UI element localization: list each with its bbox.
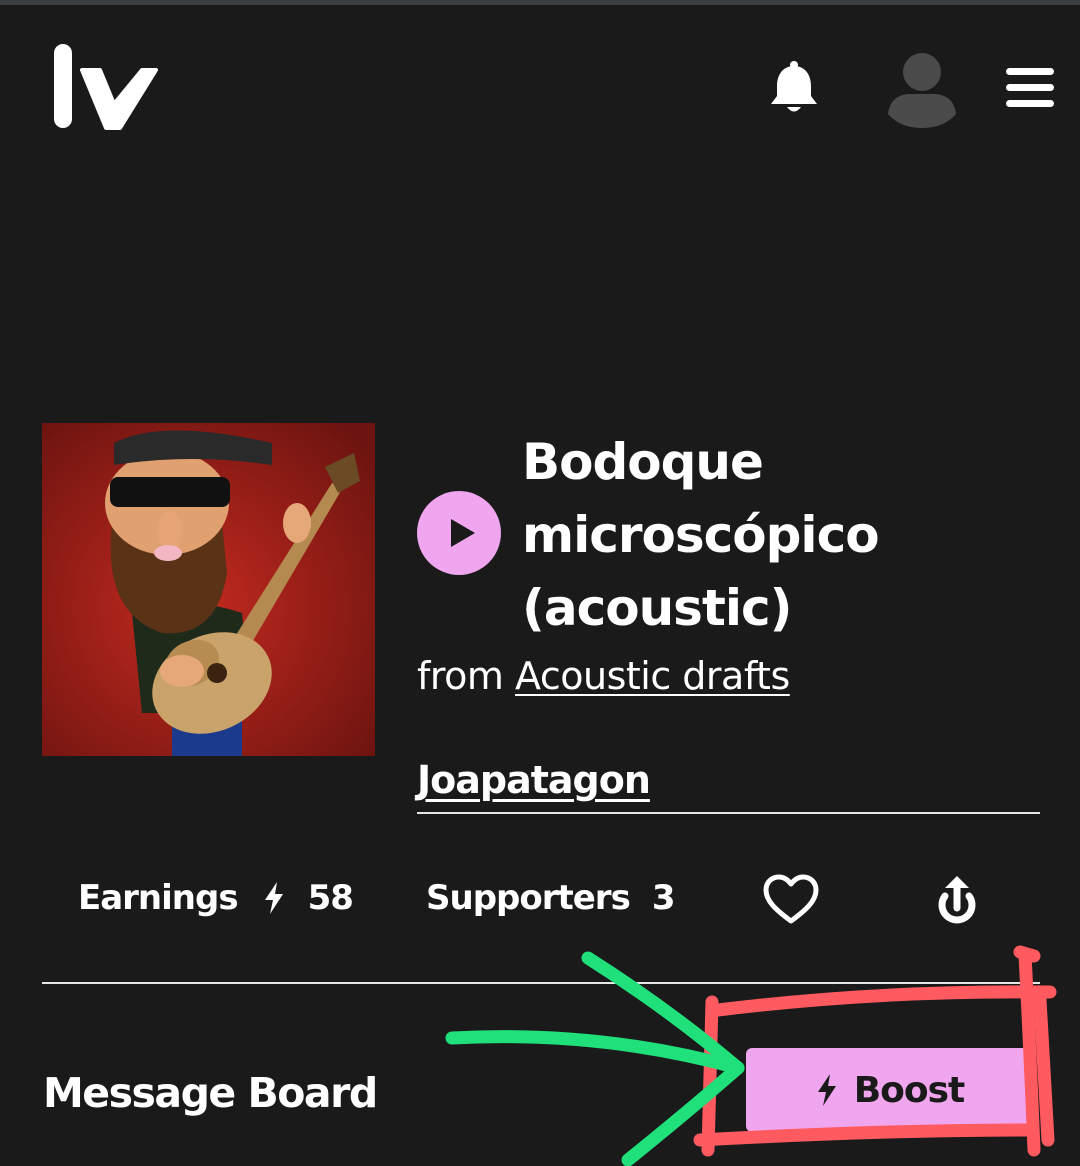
supporters-value: 3 xyxy=(651,878,676,918)
boost-button[interactable]: Boost xyxy=(746,1048,1034,1132)
album-link[interactable]: Acoustic drafts xyxy=(515,654,790,698)
track-title: Bodoque microscópico (acoustic) xyxy=(522,433,880,637)
from-label: from xyxy=(417,654,504,698)
lightning-bolt-icon xyxy=(817,1074,836,1106)
boost-label: Boost xyxy=(853,1069,966,1111)
earnings-value: 58 xyxy=(307,878,354,918)
album-line: from Acoustic drafts xyxy=(417,650,1037,702)
lv-logo-icon[interactable] xyxy=(48,40,158,132)
hamburger-menu-icon[interactable] xyxy=(1004,66,1056,110)
user-avatar-icon[interactable] xyxy=(884,50,960,128)
share-icon[interactable] xyxy=(934,874,980,924)
play-button[interactable] xyxy=(417,491,501,575)
supporters-label: Supporters xyxy=(426,878,631,918)
browser-top-strip xyxy=(0,0,1080,5)
lightning-bolt-icon xyxy=(264,882,283,914)
section-divider xyxy=(42,982,1040,984)
play-icon xyxy=(451,519,475,547)
earnings-label: Earnings xyxy=(78,878,239,918)
message-board-title: Message Board xyxy=(43,1069,378,1117)
supporters-stat: Supporters 3 xyxy=(426,870,676,926)
artist-link[interactable]: Joapatagon xyxy=(417,754,651,806)
heart-icon[interactable] xyxy=(762,874,820,926)
bell-icon[interactable] xyxy=(764,58,824,118)
artist-divider xyxy=(417,812,1040,814)
earnings-stat: Earnings 58 xyxy=(78,870,354,926)
album-cover-image xyxy=(42,423,375,756)
song-page: Bodoque microscópico (acoustic) from Aco… xyxy=(0,0,1080,1166)
